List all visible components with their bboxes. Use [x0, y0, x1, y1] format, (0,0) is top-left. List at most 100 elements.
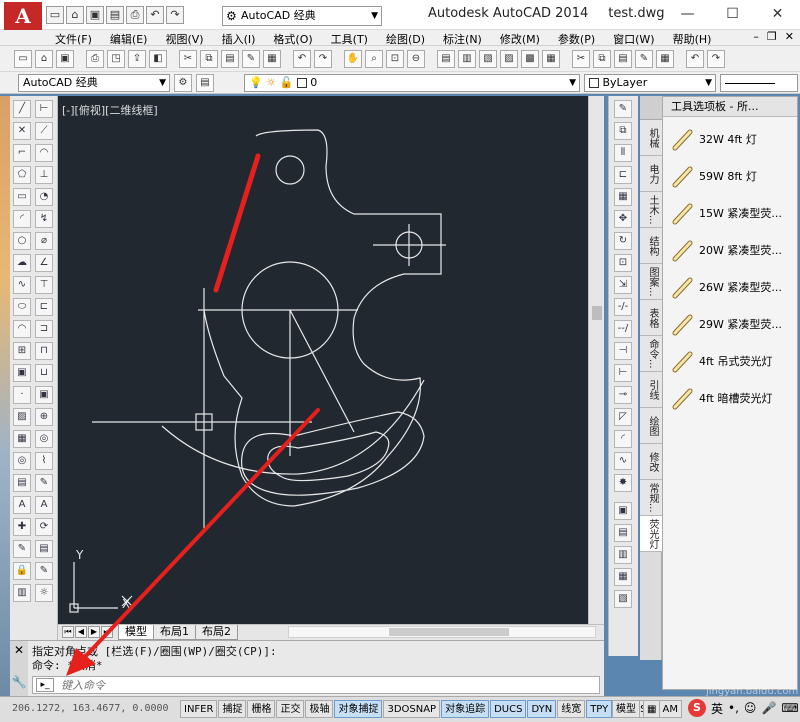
mirror-icon[interactable]: ⫴ — [614, 144, 632, 162]
plot-preview-icon[interactable]: ◳ — [107, 50, 125, 68]
horizontal-scrollbar[interactable] — [288, 626, 596, 638]
redo-icon[interactable]: ↷ — [314, 50, 332, 68]
palette-item[interactable]: 20W 紧凑型荧... — [663, 236, 797, 273]
dim-text-edit-icon[interactable]: A — [35, 496, 53, 514]
dim-arc-icon[interactable]: ◠ — [35, 144, 53, 162]
palette-tab[interactable]: 表格 — [640, 300, 662, 336]
status-toggle[interactable]: 对象捕捉 — [334, 700, 383, 718]
dim-radius-icon[interactable]: ◔ — [35, 188, 53, 206]
mtext-icon[interactable]: A — [13, 496, 31, 514]
zoom-previous-icon[interactable]: ⊖ — [407, 50, 425, 68]
scale-icon[interactable]: ⊡ — [614, 254, 632, 272]
status-toggle[interactable]: 捕捉 — [218, 700, 247, 718]
horizontal-scroll-thumb[interactable] — [389, 628, 509, 636]
palette-item[interactable]: 32W 4ft 灯 — [663, 125, 797, 162]
palette-tab[interactable]: 结构 — [640, 228, 662, 264]
menu-item[interactable]: 参数(P) — [558, 31, 595, 47]
qnew-icon[interactable]: ▭ — [14, 50, 32, 68]
move-icon[interactable]: ✥ — [614, 210, 632, 228]
arc-icon[interactable]: ◜ — [13, 210, 31, 228]
dim-edit-icon[interactable]: ✎ — [35, 474, 53, 492]
status-toggle[interactable]: 线宽 — [557, 700, 586, 718]
vertical-scrollbar[interactable] — [588, 96, 604, 624]
fillet-icon[interactable]: ◜ — [614, 430, 632, 448]
palette-tab[interactable]: 常规... — [640, 480, 662, 516]
lock-icon[interactable]: 🔒 — [13, 562, 31, 580]
open-folder-icon[interactable]: ⌂ — [66, 6, 84, 24]
rectangle-icon[interactable]: ▭ — [13, 188, 31, 206]
ime-language[interactable]: 英 — [711, 700, 723, 717]
add-selected-icon[interactable]: ✚ — [13, 518, 31, 536]
break-icon[interactable]: ⊢ — [614, 364, 632, 382]
copy-object-icon[interactable]: ⧉ — [614, 122, 632, 140]
3d-print-icon[interactable]: ◧ — [149, 50, 167, 68]
block-icon[interactable]: ▦ — [656, 50, 674, 68]
stretch-icon[interactable]: ⇲ — [614, 276, 632, 294]
next-layout-icon[interactable]: ▶ — [88, 626, 100, 638]
block-editor-icon[interactable]: ▦ — [263, 50, 281, 68]
linetype-combo[interactable] — [720, 74, 798, 92]
model-space-button[interactable]: 模型 — [612, 700, 640, 718]
layout-grid-icon[interactable]: ▦ — [643, 700, 661, 718]
sogou-logo-icon[interactable]: S — [688, 699, 706, 717]
last-layout-icon[interactable]: ⏭ — [101, 626, 113, 638]
palette-tab[interactable]: 命令... — [640, 336, 662, 372]
workspace-combo[interactable]: AutoCAD 经典 ▼ — [18, 74, 170, 92]
send-back-icon[interactable]: ▥ — [614, 546, 632, 564]
pan-icon[interactable]: ✋ — [344, 50, 362, 68]
baseline-dim-icon[interactable]: ⊏ — [35, 298, 53, 316]
above-object-icon[interactable]: ▦ — [614, 568, 632, 586]
doc-minimize-icon[interactable]: – — [753, 30, 759, 43]
palette-tab[interactable]: 电力 — [640, 156, 662, 192]
rotate-icon[interactable]: ↻ — [614, 232, 632, 250]
explode-icon[interactable]: ✸ — [614, 474, 632, 492]
ellipse-arc-icon[interactable]: ◠ — [13, 320, 31, 338]
undo-icon[interactable]: ↶ — [146, 6, 164, 24]
center-mark-icon[interactable]: ⊕ — [35, 408, 53, 426]
offset-icon[interactable]: ⊏ — [614, 166, 632, 184]
palette-handle[interactable] — [640, 96, 662, 120]
menu-item[interactable]: 帮助(H) — [673, 31, 712, 47]
palette-item[interactable]: 4ft 暗槽荧光灯 — [663, 384, 797, 421]
close-icon[interactable]: ✕ — [10, 641, 28, 659]
design-center-icon[interactable]: ▥ — [458, 50, 476, 68]
region-icon[interactable]: ◎ — [13, 452, 31, 470]
doc-restore-icon[interactable]: ❐ — [767, 30, 777, 43]
status-toggle[interactable]: INFER — [180, 700, 218, 718]
erase-icon[interactable]: ✎ — [614, 100, 632, 118]
drawing-canvas[interactable]: [-][俯视][二维线框] Y X — [58, 96, 588, 624]
chamfer-icon[interactable]: ◸ — [614, 408, 632, 426]
hatch-icon[interactable]: ▨ — [13, 408, 31, 426]
tab-layout2[interactable]: 布局2 — [195, 625, 238, 640]
plot-icon[interactable]: ⎙ — [86, 50, 104, 68]
jogged-linear-icon[interactable]: ⌇ — [35, 452, 53, 470]
properties-icon[interactable]: ▤ — [437, 50, 455, 68]
menu-item[interactable]: 视图(V) — [165, 31, 203, 47]
status-toggle[interactable]: AM — [658, 700, 682, 718]
trim-icon[interactable]: -/- — [614, 298, 632, 316]
freeze-icon[interactable]: ☼ — [35, 584, 53, 602]
zoom-realtime-icon[interactable]: ⌕ — [365, 50, 383, 68]
insert-block-icon[interactable]: ⊞ — [13, 342, 31, 360]
paste-icon-2[interactable]: ▤ — [614, 50, 632, 68]
paste-icon[interactable]: ▤ — [221, 50, 239, 68]
workspace-select[interactable]: ⚙ AutoCAD 经典 ▼ — [222, 6, 382, 26]
array-icon[interactable]: ▦ — [614, 188, 632, 206]
status-toggle[interactable]: 对象追踪 — [441, 700, 490, 718]
palette-item[interactable]: 59W 8ft 灯 — [663, 162, 797, 199]
save-icon[interactable]: ▣ — [56, 50, 74, 68]
bring-front-icon[interactable]: ▤ — [614, 524, 632, 542]
undo-icon-2[interactable]: ↶ — [686, 50, 704, 68]
palette-item[interactable]: 26W 紧凑型荧... — [663, 273, 797, 310]
print-icon[interactable]: ⎙ — [126, 6, 144, 24]
command-prompt-icon[interactable]: ▸_ — [36, 678, 54, 692]
open-icon[interactable]: ⌂ — [35, 50, 53, 68]
first-layout-icon[interactable]: ⏮ — [62, 626, 74, 638]
workspace-settings-icon[interactable]: ⚙ — [174, 74, 192, 92]
palette-tab[interactable]: 图案... — [640, 264, 662, 300]
palette-title[interactable]: 工具选项板 - 所... — [663, 97, 797, 117]
cut-icon[interactable]: ✂ — [179, 50, 197, 68]
menu-item[interactable]: 插入(I) — [222, 31, 256, 47]
doc-close-icon[interactable]: ✕ — [785, 30, 794, 43]
dim-jogged-icon[interactable]: ↯ — [35, 210, 53, 228]
